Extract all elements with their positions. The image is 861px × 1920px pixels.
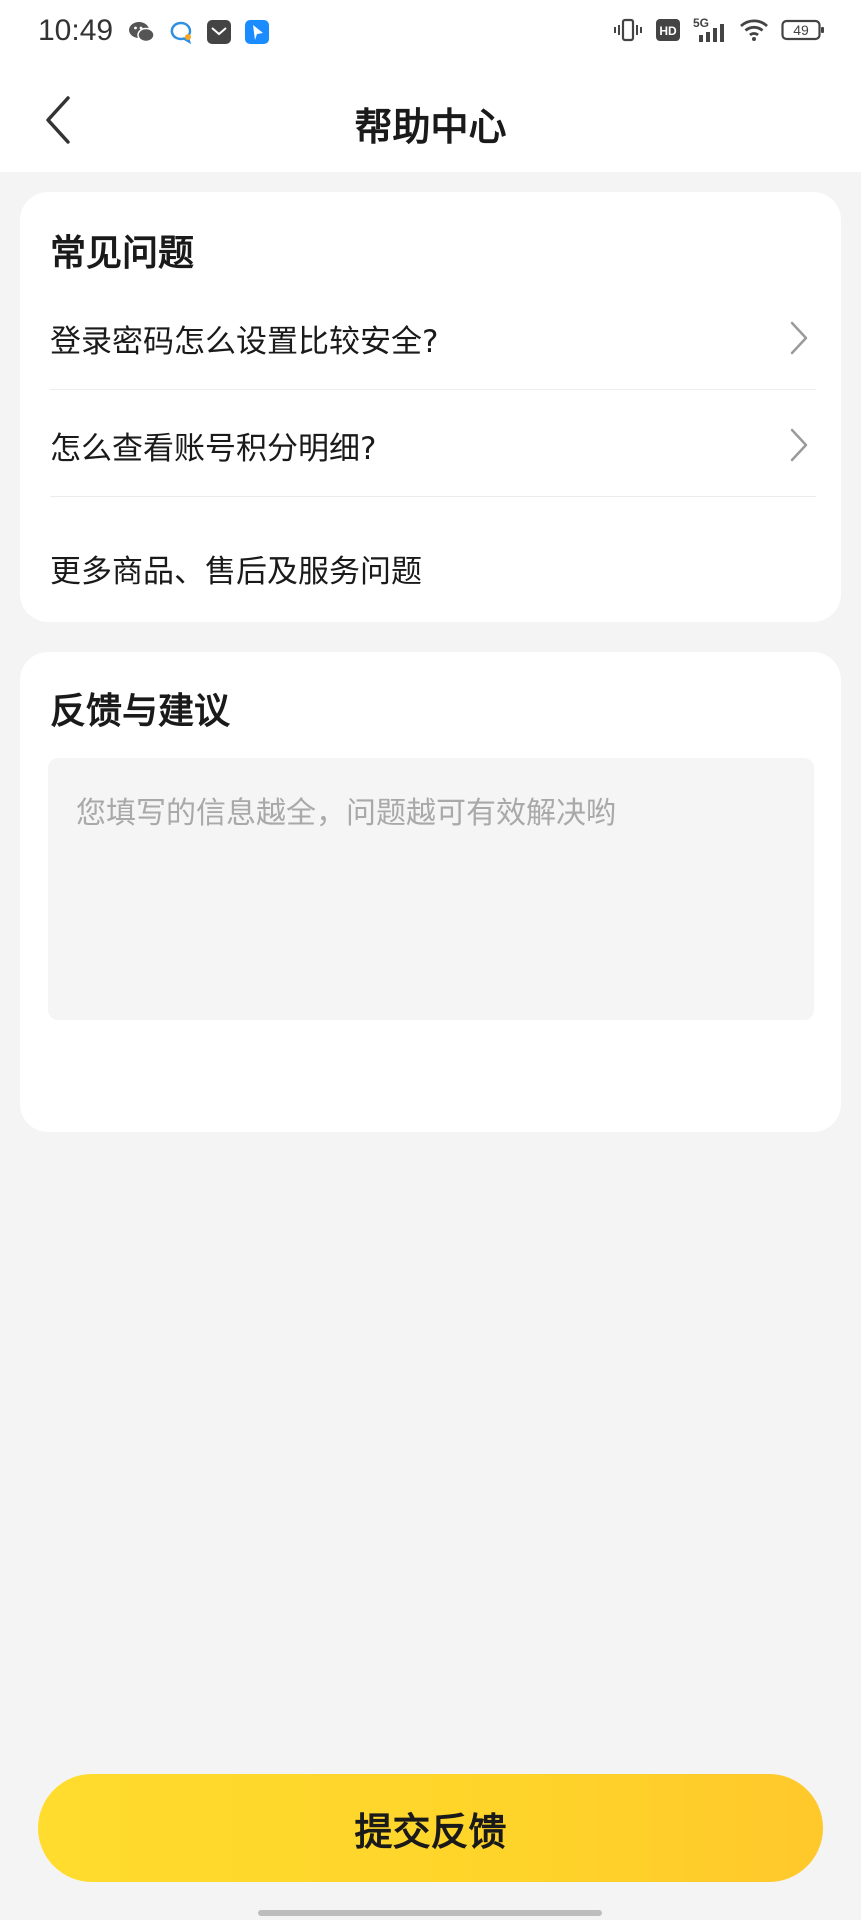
faq-item-label: 登录密码怎么设置比较安全? (50, 323, 439, 360)
status-notification-icons (128, 19, 270, 49)
chevron-right-icon (790, 321, 808, 355)
network-label: 5G (693, 16, 709, 30)
chat-bubble-icon (168, 20, 194, 48)
vibrate-icon (613, 18, 643, 46)
mail-app-icon (206, 19, 232, 49)
signal-icon: 5G (693, 16, 727, 48)
blue-app-icon (244, 19, 270, 49)
chevron-right-icon (790, 428, 808, 462)
page-title: 帮助中心 (354, 105, 507, 149)
home-indicator[interactable] (258, 1910, 602, 1916)
wifi-icon (739, 18, 769, 46)
submit-feedback-button[interactable]: 提交反馈 (38, 1774, 823, 1882)
hd-label: HD (659, 24, 677, 38)
faq-more-label: 更多商品、售后及服务问题 (50, 553, 422, 590)
faq-more-link[interactable]: 更多商品、售后及服务问题 (50, 518, 816, 618)
divider (50, 389, 816, 390)
faq-item-label: 怎么查看账号积分明细? (50, 430, 377, 467)
feedback-title: 反馈与建议 (50, 691, 231, 732)
status-time: 10:49 (38, 14, 114, 47)
battery-icon: 49 (781, 18, 825, 46)
hd-icon: HD (655, 18, 681, 46)
faq-item-password[interactable]: 登录密码怎么设置比较安全? (50, 288, 816, 388)
feedback-card: 反馈与建议 (20, 652, 841, 1132)
battery-level: 49 (793, 22, 809, 38)
wechat-icon (128, 20, 156, 48)
feedback-input[interactable] (48, 758, 814, 1020)
faq-card: 常见问题 登录密码怎么设置比较安全? 怎么查看账号积分明细? 更多商品、售后及服… (20, 192, 841, 622)
faq-title: 常见问题 (50, 233, 195, 274)
faq-item-points[interactable]: 怎么查看账号积分明细? (50, 395, 816, 495)
nav-bar: 帮助中心 (0, 68, 861, 172)
divider (50, 496, 816, 497)
status-system-icons: HD 5G 49 (613, 16, 825, 48)
status-bar: 10:49 HD 5G 49 (0, 0, 861, 68)
